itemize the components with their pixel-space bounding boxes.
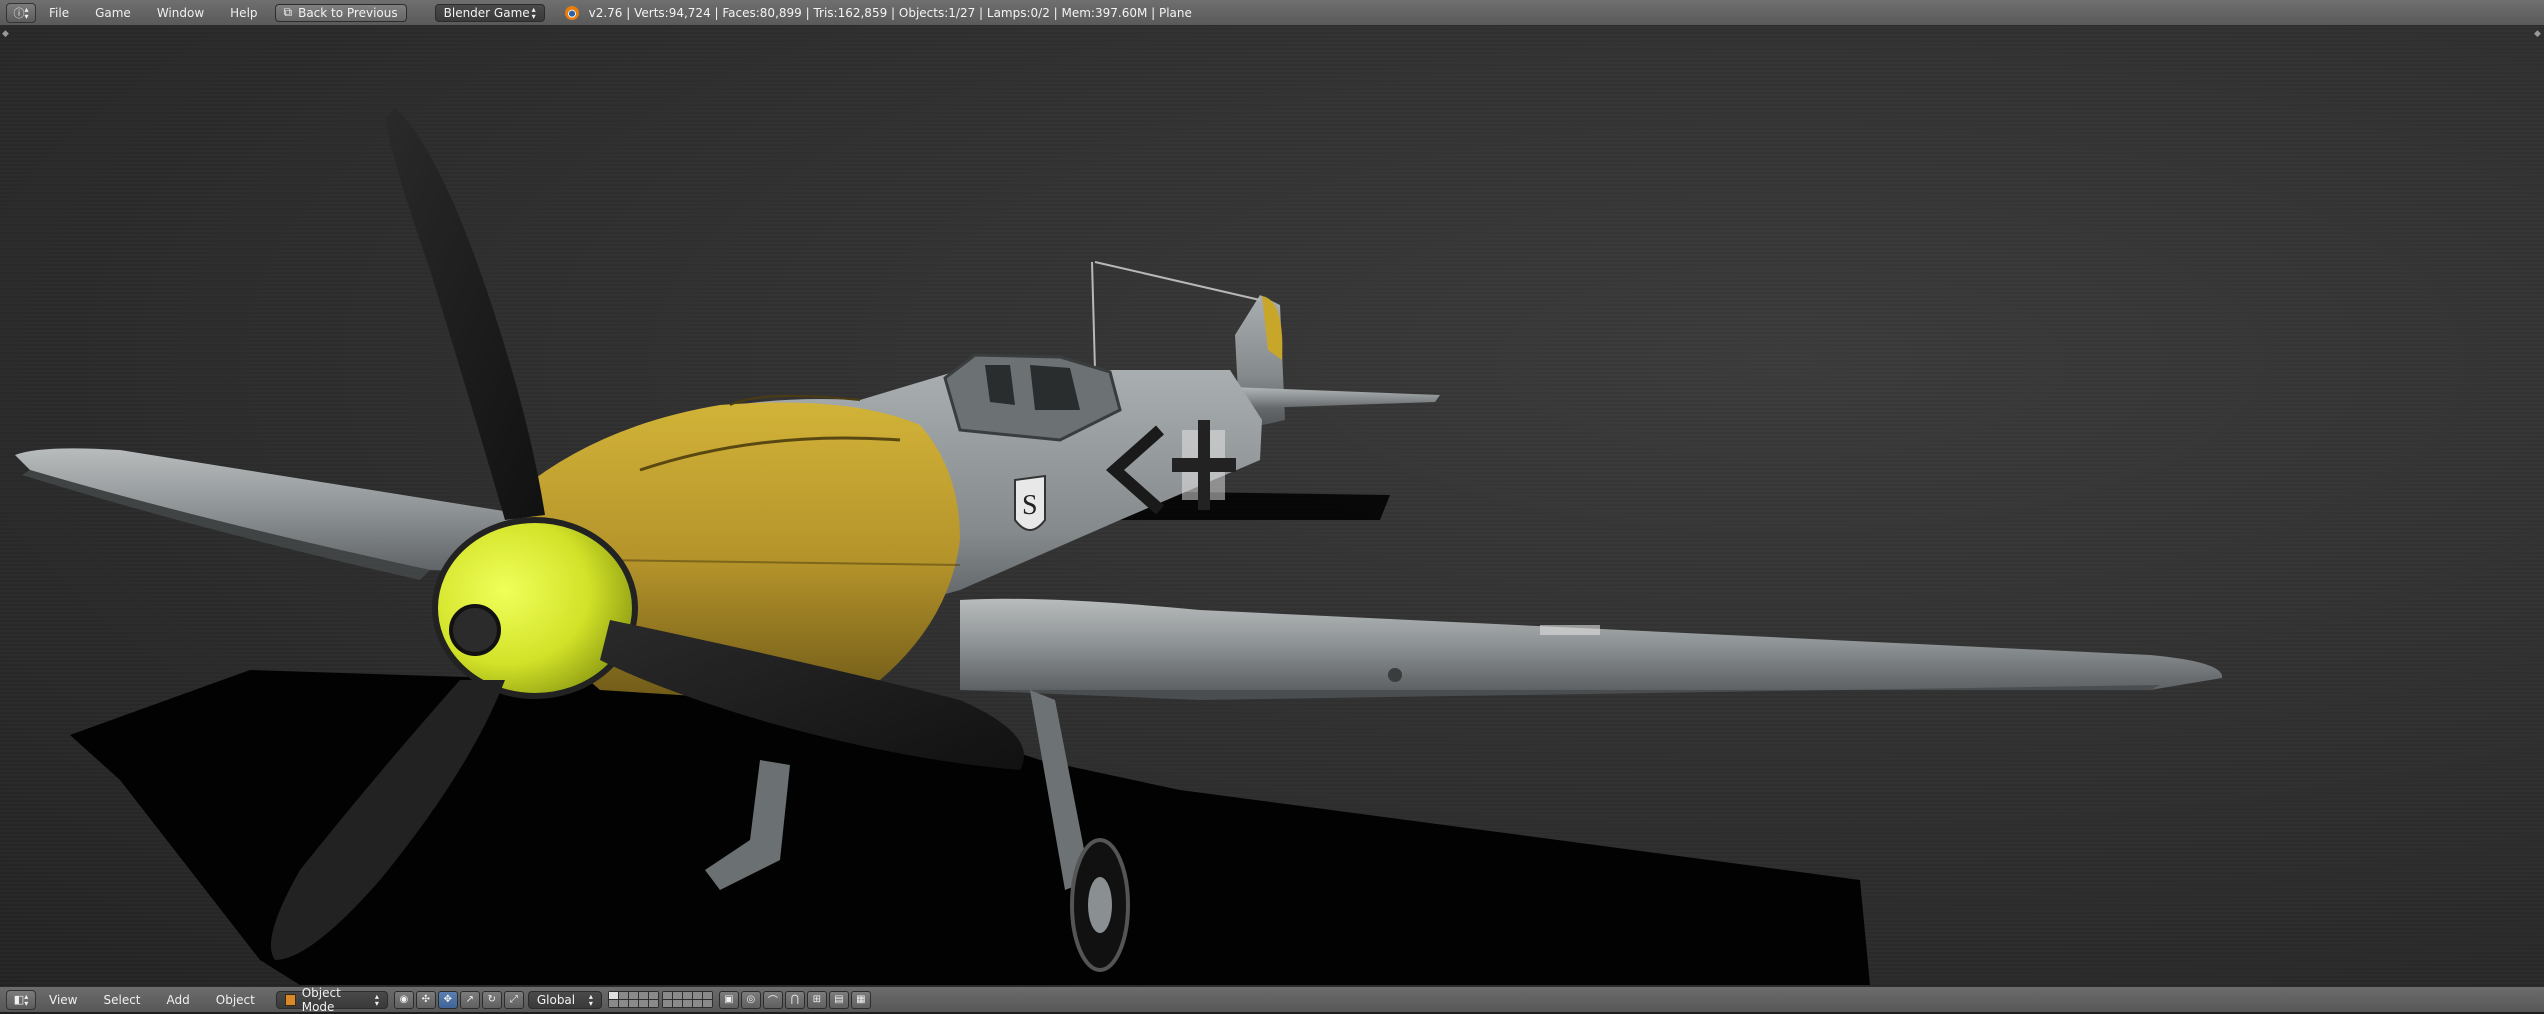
- layer-buttons[interactable]: [607, 991, 659, 1008]
- propeller-blade: [385, 108, 545, 520]
- back-to-previous-label: Back to Previous: [298, 5, 398, 20]
- 3d-view-editor-icon: ◧: [13, 993, 25, 1006]
- layer-button[interactable]: [662, 1000, 672, 1007]
- wing-gun-port: [1388, 668, 1402, 682]
- dropdown-arrows-icon: ▴ ▾: [531, 4, 536, 21]
- render-engine-select[interactable]: Blender Game ▴ ▾: [434, 3, 545, 22]
- clapper-icon: ▦: [856, 994, 866, 1005]
- render-engine-label: Blender Game: [443, 5, 530, 20]
- layer-button[interactable]: [702, 992, 712, 999]
- layer-button[interactable]: [638, 992, 648, 999]
- airplane-model[interactable]: S: [0, 26, 2544, 986]
- layer-button[interactable]: [662, 992, 672, 999]
- layer-button[interactable]: [608, 992, 618, 999]
- orientation-label: Global: [536, 992, 576, 1007]
- object-mode-select[interactable]: Object Mode ▴ ▾: [275, 986, 388, 1014]
- shading-icon: ◉: [399, 994, 409, 1005]
- proportional-falloff-button[interactable]: ⌒: [762, 990, 783, 1009]
- menu-file[interactable]: File: [36, 0, 82, 26]
- 3d-viewport[interactable]: ◆ ◆ S: [0, 26, 2544, 986]
- layer-buttons[interactable]: [661, 991, 713, 1008]
- manipulator-icon: ✥: [443, 994, 453, 1005]
- falloff-icon: ⌒: [767, 996, 778, 1007]
- render-animation-button[interactable]: ▦: [850, 990, 871, 1009]
- layer-button[interactable]: [692, 1000, 702, 1007]
- menu-window[interactable]: Window: [144, 0, 217, 26]
- layer-button[interactable]: [648, 992, 658, 999]
- pivot-icon: ✣: [421, 994, 431, 1005]
- info-editor-icon: ⓘ: [13, 6, 25, 20]
- object-mode-label: Object Mode: [301, 985, 341, 1014]
- dropdown-arrows-icon: ▴ ▾: [374, 991, 379, 1008]
- layer-button[interactable]: [702, 1000, 712, 1007]
- rotate-icon: ↻: [487, 994, 497, 1005]
- wing-panel: [1540, 625, 1600, 635]
- arrow-icon: ↗: [465, 994, 475, 1005]
- layer-button[interactable]: [628, 992, 638, 999]
- screen-icon: ⧉: [283, 5, 293, 19]
- editor-type-selector[interactable]: ⓘ ▴ ▾: [6, 2, 36, 23]
- right-wing: [960, 598, 2223, 690]
- antenna-wire: [1091, 261, 1261, 371]
- viewport-shading-button[interactable]: ◉: [393, 990, 414, 1009]
- layer-button[interactable]: [692, 992, 702, 999]
- scale-manipulator-button[interactable]: ⤢: [503, 990, 524, 1009]
- pivot-point-button[interactable]: ✣: [415, 990, 436, 1009]
- menu-select[interactable]: Select: [90, 987, 153, 1013]
- menu-help[interactable]: Help: [217, 0, 270, 26]
- object-mode-icon: [284, 993, 296, 1006]
- info-header: ⓘ ▴ ▾ File Game Window Help ⧉ Back to Prev…: [0, 0, 2544, 26]
- snap-toggle-button[interactable]: ⋂: [784, 990, 805, 1009]
- menu-view[interactable]: View: [36, 987, 90, 1013]
- layer-button[interactable]: [628, 1000, 638, 1007]
- transform-orientation-select[interactable]: Global ▴ ▾: [527, 990, 602, 1009]
- proportional-editing-button[interactable]: ◎: [740, 990, 761, 1009]
- lock-icon: ▣: [724, 994, 734, 1005]
- menu-add[interactable]: Add: [154, 987, 203, 1013]
- layer-button[interactable]: [672, 1000, 682, 1007]
- dropdown-arrows-icon: ▴ ▾: [588, 991, 593, 1008]
- scene-stats: v2.76 | Verts:94,724 | Faces:80,899 | Tr…: [588, 5, 1192, 20]
- back-to-previous-button[interactable]: ⧉ Back to Previous: [274, 3, 407, 22]
- proportional-icon: ◎: [746, 994, 756, 1005]
- rotate-manipulator-button[interactable]: ↻: [481, 990, 502, 1009]
- manipulator-toggle-button[interactable]: ✥: [437, 990, 458, 1009]
- 3d-view-header: ◧ ▴ ▾ View Select Add Object Object Mode ▴…: [0, 986, 2544, 1014]
- layer-button[interactable]: [672, 992, 682, 999]
- translate-manipulator-button[interactable]: ↗: [459, 990, 480, 1009]
- lock-camera-button[interactable]: ▣: [718, 990, 739, 1009]
- layer-button[interactable]: [682, 992, 692, 999]
- layer-button[interactable]: [608, 1000, 618, 1007]
- layer-button[interactable]: [648, 1000, 658, 1007]
- scale-icon: ⤢: [509, 994, 518, 1005]
- layer-button[interactable]: [618, 992, 628, 999]
- layer-button[interactable]: [618, 1000, 628, 1007]
- menu-game[interactable]: Game: [82, 0, 144, 26]
- svg-text:S: S: [1022, 490, 1038, 521]
- snap-element-icon: ⊞: [812, 994, 822, 1005]
- render-preview-button[interactable]: ▤: [828, 990, 849, 1009]
- layer-button[interactable]: [682, 1000, 692, 1007]
- editor-type-selector[interactable]: ◧ ▴ ▾: [6, 989, 36, 1010]
- spinner-cap: [449, 604, 501, 656]
- render-icon: ▤: [834, 994, 844, 1005]
- menu-object[interactable]: Object: [203, 987, 268, 1013]
- magnet-icon: ⋂: [790, 994, 799, 1005]
- blender-logo-icon: [564, 5, 579, 20]
- snap-element-button[interactable]: ⊞: [806, 990, 827, 1009]
- layer-button[interactable]: [638, 1000, 648, 1007]
